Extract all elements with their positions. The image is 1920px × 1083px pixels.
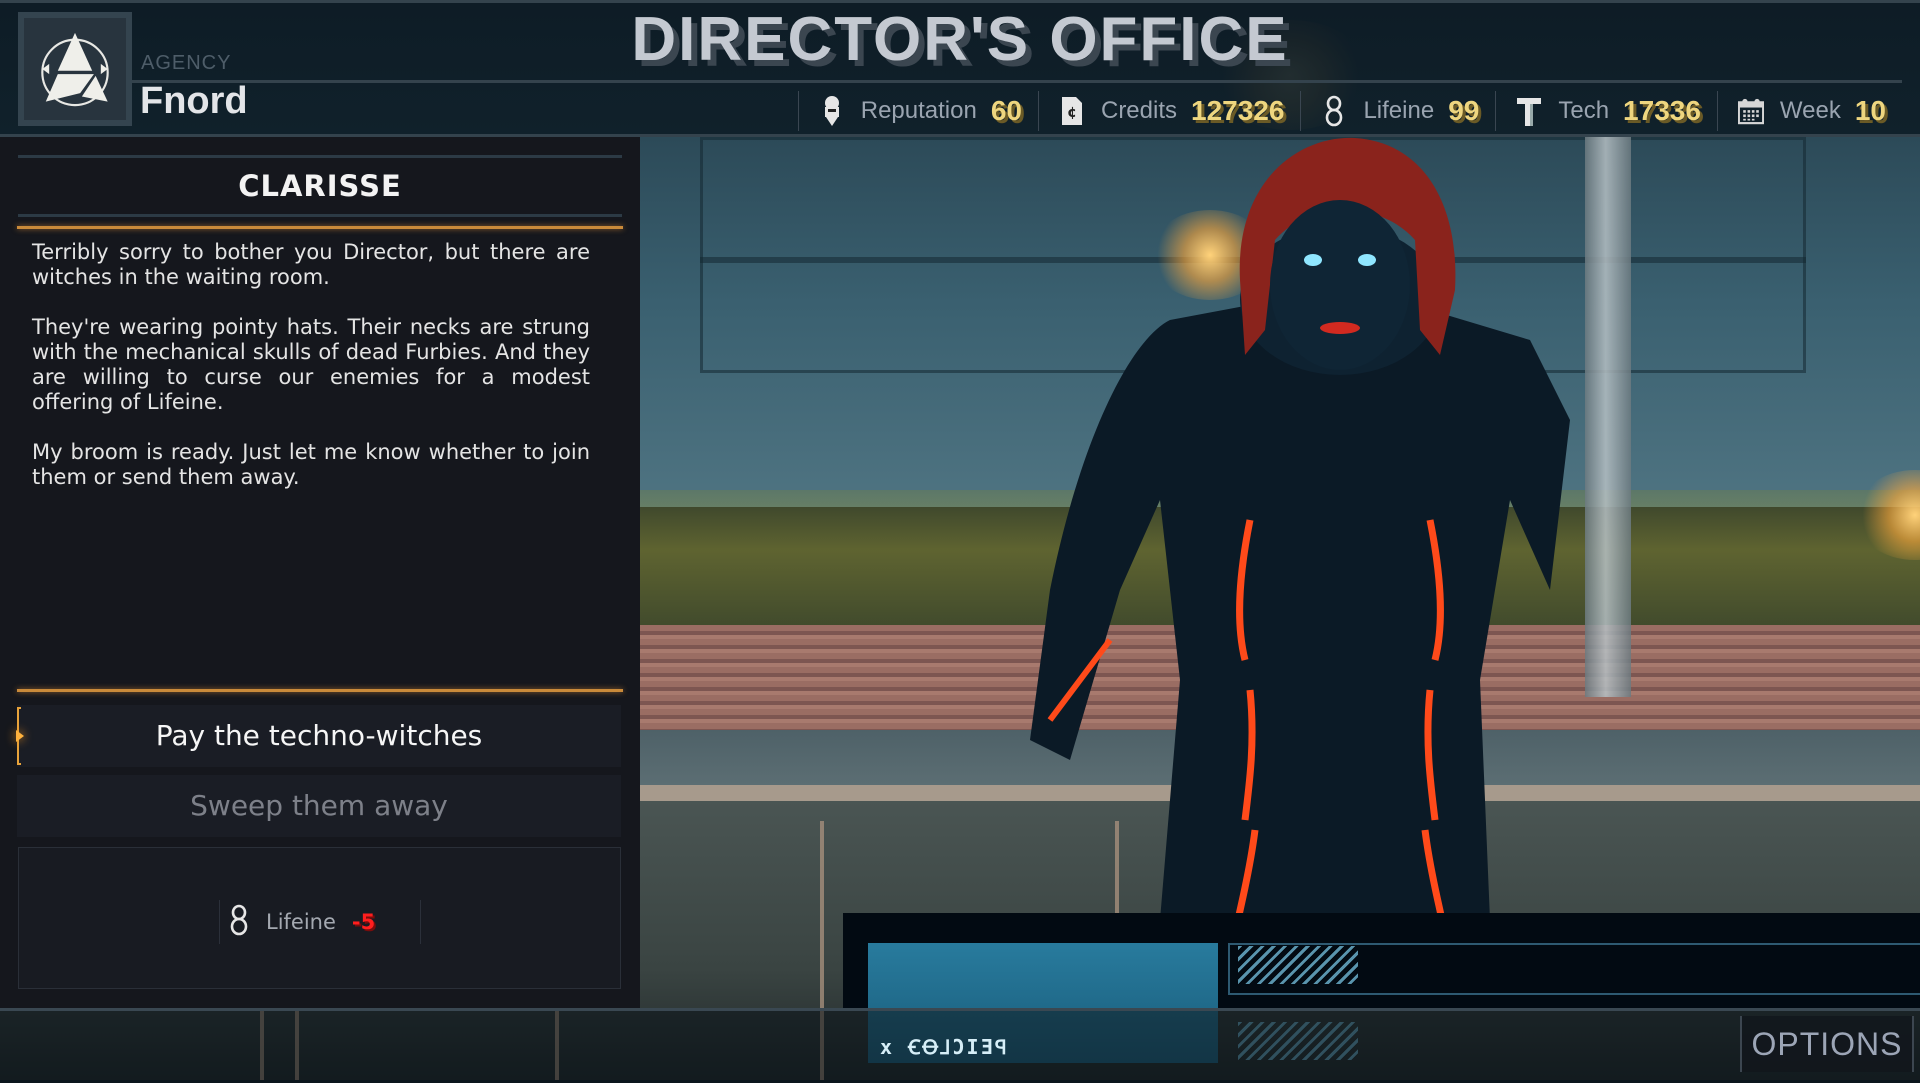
stat-week[interactable]: Week 10 [1716, 91, 1902, 131]
dialog-paragraph: Terribly sorry to bother you Director, b… [32, 240, 590, 289]
top-bar: AGENCY Fnord DIRECTOR'S OFFICE Reputatio… [0, 0, 1920, 137]
lifeine-figure-eight-icon [230, 904, 252, 940]
calendar-icon [1737, 96, 1764, 126]
dialog-panel: CLARISSE Terribly sorry to bother you Di… [0, 137, 640, 1008]
choice-label: Pay the techno-witches [155, 719, 483, 752]
stat-value: 127326 [1191, 95, 1285, 126]
stat-tech[interactable]: Tech 17336 [1495, 91, 1717, 131]
effect-label: Lifeine [266, 910, 336, 934]
svg-text:¢: ¢ [1067, 105, 1077, 121]
stat-label: Lifeine [1363, 97, 1435, 124]
speaker-header: CLARISSE [18, 155, 622, 217]
accent-divider [17, 689, 623, 692]
credits-card-icon: ¢ [1059, 96, 1085, 126]
dialog-text: Terribly sorry to bother you Director, b… [32, 240, 590, 515]
hud-hatch-pattern [1238, 946, 1358, 984]
accent-divider [17, 226, 623, 229]
effect-value: -5 [351, 910, 376, 934]
stat-label: Reputation [860, 97, 977, 124]
divider [0, 0, 1920, 3]
hud-glyph-text: x ꞒꝊ⅃ƆIƎꟼ [880, 1035, 1009, 1059]
speaker-name: CLARISSE [238, 169, 402, 203]
stat-value: 10 [1854, 95, 1886, 126]
effect-lifeine: Lifeine -5 [219, 900, 421, 944]
metal-pillar [1585, 137, 1631, 697]
dialog-paragraph: They're wearing pointy hats. Their necks… [32, 315, 590, 414]
choice-effects-box: Lifeine -5 [18, 847, 621, 989]
divider [132, 80, 1902, 83]
agency-name: Fnord [140, 80, 248, 122]
stat-value: 17336 [1623, 95, 1701, 126]
reputation-badge-icon [819, 96, 845, 126]
stat-value: 99 [1448, 95, 1480, 126]
choice-sweep-them-away[interactable]: Sweep them away [17, 775, 621, 837]
tech-hammer-icon [1516, 96, 1542, 126]
page-title: DIRECTOR'S OFFICE [631, 5, 1289, 74]
choice-pay-techno-witches[interactable]: Pay the techno-witches [16, 705, 621, 767]
character-clarisse-portrait [1030, 137, 1570, 920]
dialog-paragraph: My broom is ready. Just let me know whet… [32, 440, 590, 489]
choice-label: Sweep them away [190, 789, 448, 822]
stat-label: Week [1779, 97, 1841, 124]
stat-label: Tech [1558, 97, 1610, 124]
stat-label: Credits [1100, 97, 1178, 124]
stat-lifeine[interactable]: Lifeine 99 [1300, 91, 1495, 131]
lifeine-figure-eight-icon [1321, 95, 1347, 127]
stat-reputation[interactable]: Reputation 60 [797, 91, 1038, 131]
selection-arrow-icon [16, 730, 24, 742]
stat-credits[interactable]: ¢ Credits 127326 [1037, 91, 1300, 131]
options-button[interactable]: OPTIONS [1740, 1016, 1914, 1072]
stat-value: 60 [990, 95, 1022, 126]
resource-stats-bar: Reputation 60 ¢ Credits 127326 Lifeine 9… [797, 88, 1902, 134]
